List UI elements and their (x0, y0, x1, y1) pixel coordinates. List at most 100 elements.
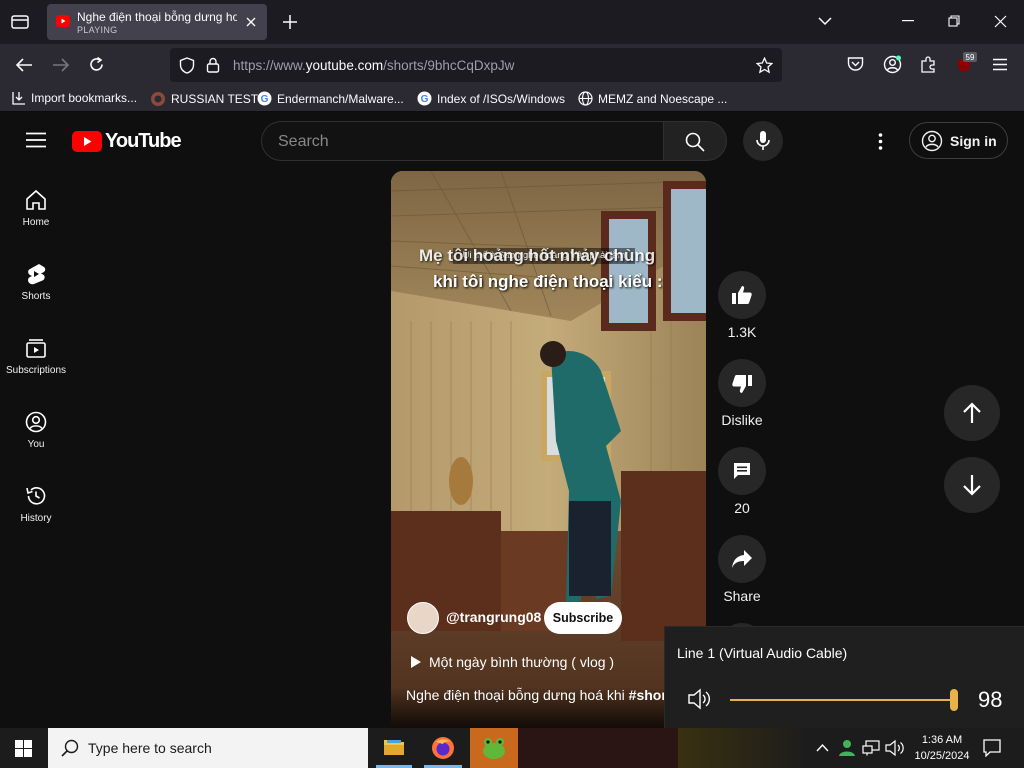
arrow-down-icon (963, 475, 981, 496)
volume-flyout: Line 1 (Virtual Audio Cable) 98 (664, 626, 1024, 728)
firefox-icon[interactable] (431, 736, 455, 760)
you-icon (25, 411, 47, 433)
shorts-icon (28, 264, 46, 285)
pocket-icon[interactable] (847, 56, 864, 72)
windows-start-icon[interactable] (15, 740, 32, 757)
channel-avatar[interactable] (407, 602, 439, 634)
youtube-favicon-icon (56, 15, 70, 27)
arrow-up-icon (963, 402, 981, 423)
frog-app-icon (483, 738, 505, 759)
sidebar-item-shorts[interactable]: Shorts (0, 263, 72, 329)
close-tab-icon[interactable] (245, 16, 257, 28)
share-button[interactable] (718, 535, 766, 583)
like-button[interactable] (718, 271, 766, 319)
forward-icon[interactable] (52, 57, 70, 73)
volume-tray-icon[interactable] (885, 739, 905, 757)
taskbar-app-active[interactable] (470, 728, 518, 768)
taskbar-search-input[interactable]: Type here to search (48, 728, 368, 768)
browser-nav-bar: https://www.youtube.com/shorts/9bhcCqDxp… (0, 44, 1024, 86)
minimize-icon[interactable] (902, 20, 914, 22)
ublock-extension-icon[interactable]: 59 (955, 52, 977, 76)
search-icon (685, 132, 705, 152)
audio-device-name[interactable]: Line 1 (Virtual Audio Cable) (677, 645, 847, 661)
bookmark-isos[interactable]: G Index of /ISOs/Windows (417, 91, 565, 106)
user-avatar-icon (921, 130, 943, 152)
search-button[interactable] (663, 121, 727, 161)
show-hidden-icons-icon[interactable] (816, 743, 829, 752)
lock-icon[interactable] (206, 57, 220, 73)
subscriptions-icon (26, 339, 46, 358)
bookmark-endermanch[interactable]: G Endermanch/Malware... (257, 91, 404, 106)
bookmark-memz[interactable]: MEMZ and Noescape ... (578, 91, 727, 106)
history-icon (26, 487, 46, 505)
people-tray-icon[interactable] (838, 739, 856, 757)
url-text: https://www.youtube.com/shorts/9bhcCqDxp… (233, 58, 515, 73)
list-all-tabs-icon[interactable] (818, 16, 832, 26)
comment-count: 20 (734, 500, 750, 516)
tab-list-icon[interactable] (10, 13, 30, 31)
search-input[interactable]: Search (261, 121, 663, 161)
channel-name[interactable]: @trangrung08 (446, 609, 541, 625)
windows-taskbar: Type here to search 1:36 AM 10/25/2024 (0, 728, 1024, 768)
volume-slider-thumb[interactable] (950, 689, 958, 711)
back-icon[interactable] (15, 57, 33, 73)
youtube-logo-icon (72, 131, 102, 152)
bookmark-russian-test[interactable]: RUSSIAN TEST (150, 91, 258, 107)
system-clock[interactable]: 1:36 AM 10/25/2024 (906, 732, 978, 764)
bookmarks-toolbar: Import bookmarks... RUSSIAN TEST G Ender… (0, 86, 1024, 112)
comments-button[interactable] (718, 447, 766, 495)
video-overlay-text-line2: khi tôi nghe điện thoại kiểu : (433, 272, 663, 291)
previous-short-button[interactable] (944, 385, 1000, 441)
extension-badge: 59 (966, 53, 975, 62)
youtube-logo[interactable]: YouTube (72, 130, 182, 153)
notifications-icon[interactable] (983, 739, 1001, 757)
thumbs-up-icon (732, 286, 752, 304)
import-icon (12, 92, 25, 105)
video-overlay-text-line1: Mẹ tôi hoảng hốt nhảy chùng (419, 246, 656, 265)
sidebar-item-history[interactable]: History (0, 485, 72, 551)
comment-icon (734, 463, 750, 479)
close-window-icon[interactable] (994, 15, 1007, 28)
microphone-icon (756, 131, 770, 150)
new-tab-icon[interactable] (282, 14, 298, 30)
playlist-link[interactable]: Một ngày bình thường ( vlog ) (411, 654, 614, 670)
russian-test-favicon-icon (151, 92, 165, 106)
volume-slider-track[interactable] (730, 699, 955, 701)
dislike-button[interactable] (718, 359, 766, 407)
sidebar-item-home[interactable]: Home (0, 189, 72, 255)
voice-search-button[interactable] (743, 121, 783, 161)
taskbar-wallpaper-region-2 (678, 728, 808, 768)
extensions-puzzle-icon[interactable] (920, 55, 938, 73)
thumbs-down-icon (732, 375, 752, 393)
network-icon[interactable] (862, 740, 880, 756)
guide-menu-icon[interactable] (26, 132, 46, 148)
tracking-protection-shield-icon[interactable] (179, 57, 195, 74)
address-bar[interactable]: https://www.youtube.com/shorts/9bhcCqDxp… (170, 48, 782, 82)
account-icon[interactable] (883, 55, 902, 74)
restore-icon[interactable] (948, 15, 960, 27)
subscribe-button[interactable]: Subscribe (544, 602, 622, 634)
dislike-label: Dislike (721, 412, 763, 428)
like-count: 1.3K (727, 324, 757, 340)
share-label: Share (723, 588, 761, 604)
sidebar-item-subscriptions[interactable]: Subscriptions (0, 337, 72, 403)
next-short-button[interactable] (944, 457, 1000, 513)
active-tab[interactable]: Nghe điện thoại bỗng dưng hoá PLAYING (47, 4, 267, 40)
more-settings-icon[interactable] (878, 133, 883, 150)
speaker-icon[interactable] (687, 688, 713, 710)
file-explorer-icon[interactable] (383, 737, 405, 757)
tab-title: Nghe điện thoại bỗng dưng hoá (77, 10, 237, 24)
sign-in-button[interactable]: Sign in (909, 122, 1008, 159)
sidebar-item-you[interactable]: You (0, 411, 72, 477)
bookmark-import[interactable]: Import bookmarks... (12, 91, 137, 105)
tab-status: PLAYING (77, 25, 118, 35)
google-favicon-icon: G (257, 91, 272, 106)
short-video-player[interactable]: Ui thế à Sao nghe hoảng Vậy phải lắm Mẹ … (391, 171, 706, 728)
bookmark-star-icon[interactable] (756, 57, 773, 74)
taskbar-wallpaper-region (518, 728, 678, 768)
reload-icon[interactable] (88, 56, 105, 73)
google-favicon-icon: G (417, 91, 432, 106)
play-icon (411, 656, 421, 668)
globe-icon (578, 91, 593, 106)
app-menu-icon[interactable] (992, 58, 1008, 71)
